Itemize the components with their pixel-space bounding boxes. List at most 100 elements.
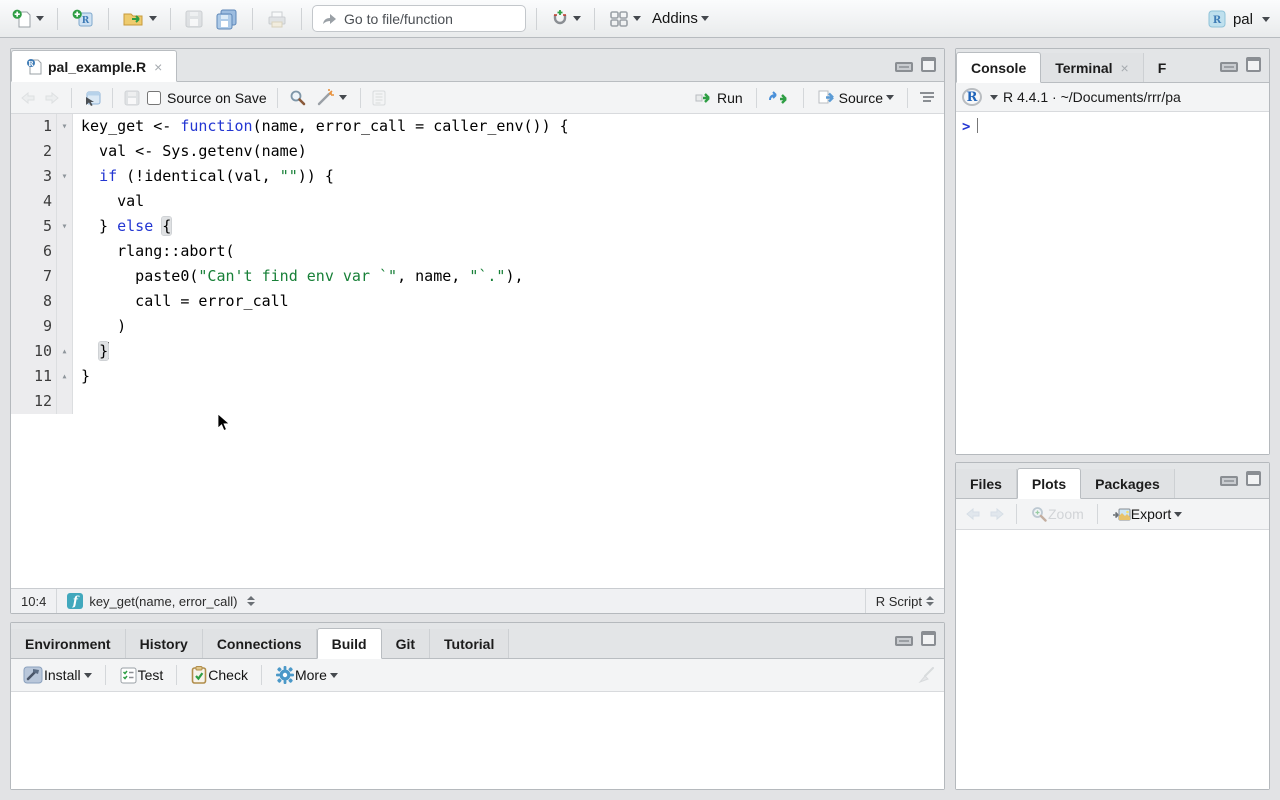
minimize-icon[interactable] xyxy=(895,62,913,72)
new-file-caret-icon[interactable] xyxy=(36,16,44,21)
tab-connections[interactable]: Connections xyxy=(203,629,317,658)
export-plot-button[interactable]: Export xyxy=(1108,504,1185,525)
code-line[interactable]: 9 ) xyxy=(11,314,944,339)
tab-packages[interactable]: Packages xyxy=(1081,469,1175,498)
fold-up-icon[interactable]: ▴ xyxy=(57,339,73,364)
code-line[interactable]: 7 paste0("Can't find env var `", name, "… xyxy=(11,264,944,289)
tab-console[interactable]: Console xyxy=(956,52,1041,83)
separator xyxy=(277,88,278,108)
fold-down-icon[interactable]: ▾ xyxy=(57,114,73,139)
run-button[interactable]: Run xyxy=(692,88,746,108)
minimize-icon[interactable] xyxy=(1220,476,1238,486)
goto-file-search[interactable] xyxy=(312,5,526,32)
pane-layout-button[interactable] xyxy=(605,7,644,31)
save-document-icon[interactable] xyxy=(123,89,141,107)
print-button[interactable] xyxy=(263,7,291,31)
save-all-button[interactable] xyxy=(212,6,242,32)
build-content[interactable] xyxy=(11,692,944,789)
fold-up-icon[interactable]: ▴ xyxy=(57,364,73,389)
clear-broom-icon[interactable] xyxy=(914,665,936,685)
tab-plots[interactable]: Plots xyxy=(1017,468,1081,499)
tab-files[interactable]: Files xyxy=(956,469,1017,498)
tab-tutorial[interactable]: Tutorial xyxy=(430,629,509,658)
zoom-plot-button[interactable]: Zoom xyxy=(1027,504,1087,525)
addins-button[interactable]: Addins xyxy=(649,8,712,29)
open-file-button[interactable] xyxy=(119,7,160,31)
tab-environment[interactable]: Environment xyxy=(11,629,126,658)
plot-back-icon[interactable] xyxy=(964,506,982,522)
export-image-icon xyxy=(1111,506,1131,523)
rerun-icon[interactable] xyxy=(767,90,793,106)
tab-git[interactable]: Git xyxy=(382,629,430,658)
maximize-icon[interactable] xyxy=(921,631,936,646)
fold-down-icon[interactable]: ▾ xyxy=(57,214,73,239)
r-version-caret-icon[interactable] xyxy=(990,95,998,100)
tab-background-jobs[interactable]: F xyxy=(1144,53,1181,82)
forward-icon[interactable] xyxy=(43,90,61,106)
tab-history-label: History xyxy=(140,636,188,652)
tab-terminal[interactable]: Terminal × xyxy=(1041,53,1144,82)
new-project-icon: R xyxy=(71,8,95,30)
open-in-new-window-icon[interactable] xyxy=(82,89,102,107)
goto-file-input[interactable] xyxy=(344,11,504,27)
version-control-caret-icon[interactable] xyxy=(573,16,581,21)
version-control-button[interactable] xyxy=(547,6,584,32)
more-caret-icon[interactable] xyxy=(330,673,338,678)
fold-gutter xyxy=(57,314,73,339)
code-line[interactable]: 1▾key_get <- function(name, error_call =… xyxy=(11,114,944,139)
code-line[interactable]: 5▾ } else { xyxy=(11,214,944,239)
check-button[interactable]: Check xyxy=(187,663,251,687)
file-type-selector[interactable]: R Script xyxy=(865,589,934,613)
document-outline-icon[interactable] xyxy=(918,91,936,105)
back-icon[interactable] xyxy=(19,90,37,106)
code-line[interactable]: 8 call = error_call xyxy=(11,289,944,314)
maximize-icon[interactable] xyxy=(1246,57,1261,72)
fold-down-icon[interactable]: ▾ xyxy=(57,164,73,189)
open-file-caret-icon[interactable] xyxy=(149,16,157,21)
find-replace-icon[interactable] xyxy=(288,89,307,107)
source-caret-icon[interactable] xyxy=(886,95,894,100)
install-caret-icon[interactable] xyxy=(84,673,92,678)
separator xyxy=(252,8,253,30)
source-on-save-toggle[interactable]: Source on Save xyxy=(147,90,267,106)
tab-build[interactable]: Build xyxy=(317,628,382,659)
more-button[interactable]: More xyxy=(272,663,341,687)
code-line[interactable]: 11▴} xyxy=(11,364,944,389)
new-file-button[interactable] xyxy=(8,6,47,32)
maximize-icon[interactable] xyxy=(1246,471,1261,486)
code-line[interactable]: 12 xyxy=(11,389,944,414)
test-button[interactable]: Test xyxy=(116,664,167,687)
minimize-icon[interactable] xyxy=(1220,62,1238,72)
install-button[interactable]: Install xyxy=(19,663,95,687)
maximize-icon[interactable] xyxy=(921,57,936,72)
minimize-icon[interactable] xyxy=(895,636,913,646)
code-tools-button[interactable] xyxy=(313,87,350,109)
scope-selector[interactable]: f key_get(name, error_call) xyxy=(56,589,255,613)
plots-content[interactable] xyxy=(956,530,1269,789)
console-cursor xyxy=(977,118,978,133)
pane-layout-caret-icon[interactable] xyxy=(633,16,641,21)
code-line[interactable]: 6 rlang::abort( xyxy=(11,239,944,264)
compile-report-icon[interactable] xyxy=(371,89,387,107)
console-output[interactable]: > xyxy=(956,112,1269,454)
tab-history[interactable]: History xyxy=(126,629,203,658)
source-button[interactable]: Source xyxy=(814,87,897,108)
code-line[interactable]: 4 val xyxy=(11,189,944,214)
tab-pal-example[interactable]: R pal_example.R × xyxy=(11,50,177,82)
code-line[interactable]: 3▾ if (!identical(val, "")) { xyxy=(11,164,944,189)
check-clipboard-icon xyxy=(190,665,208,685)
addins-caret-icon[interactable] xyxy=(701,16,709,21)
code-editor[interactable]: 1▾key_get <- function(name, error_call =… xyxy=(11,114,944,588)
terminal-close-icon[interactable]: × xyxy=(1121,60,1129,76)
project-caret-icon[interactable] xyxy=(1262,17,1270,22)
code-line[interactable]: 2 val <- Sys.getenv(name) xyxy=(11,139,944,164)
save-button[interactable] xyxy=(181,7,207,31)
code-tools-caret-icon[interactable] xyxy=(339,95,347,100)
code-line[interactable]: 10▴ } xyxy=(11,339,944,364)
tab-close-icon[interactable]: × xyxy=(154,59,162,75)
source-on-save-checkbox[interactable] xyxy=(147,91,161,105)
new-project-button[interactable]: R xyxy=(68,6,98,32)
plot-forward-icon[interactable] xyxy=(988,506,1006,522)
project-menu[interactable]: R pal xyxy=(1207,0,1270,38)
export-caret-icon[interactable] xyxy=(1174,512,1182,517)
